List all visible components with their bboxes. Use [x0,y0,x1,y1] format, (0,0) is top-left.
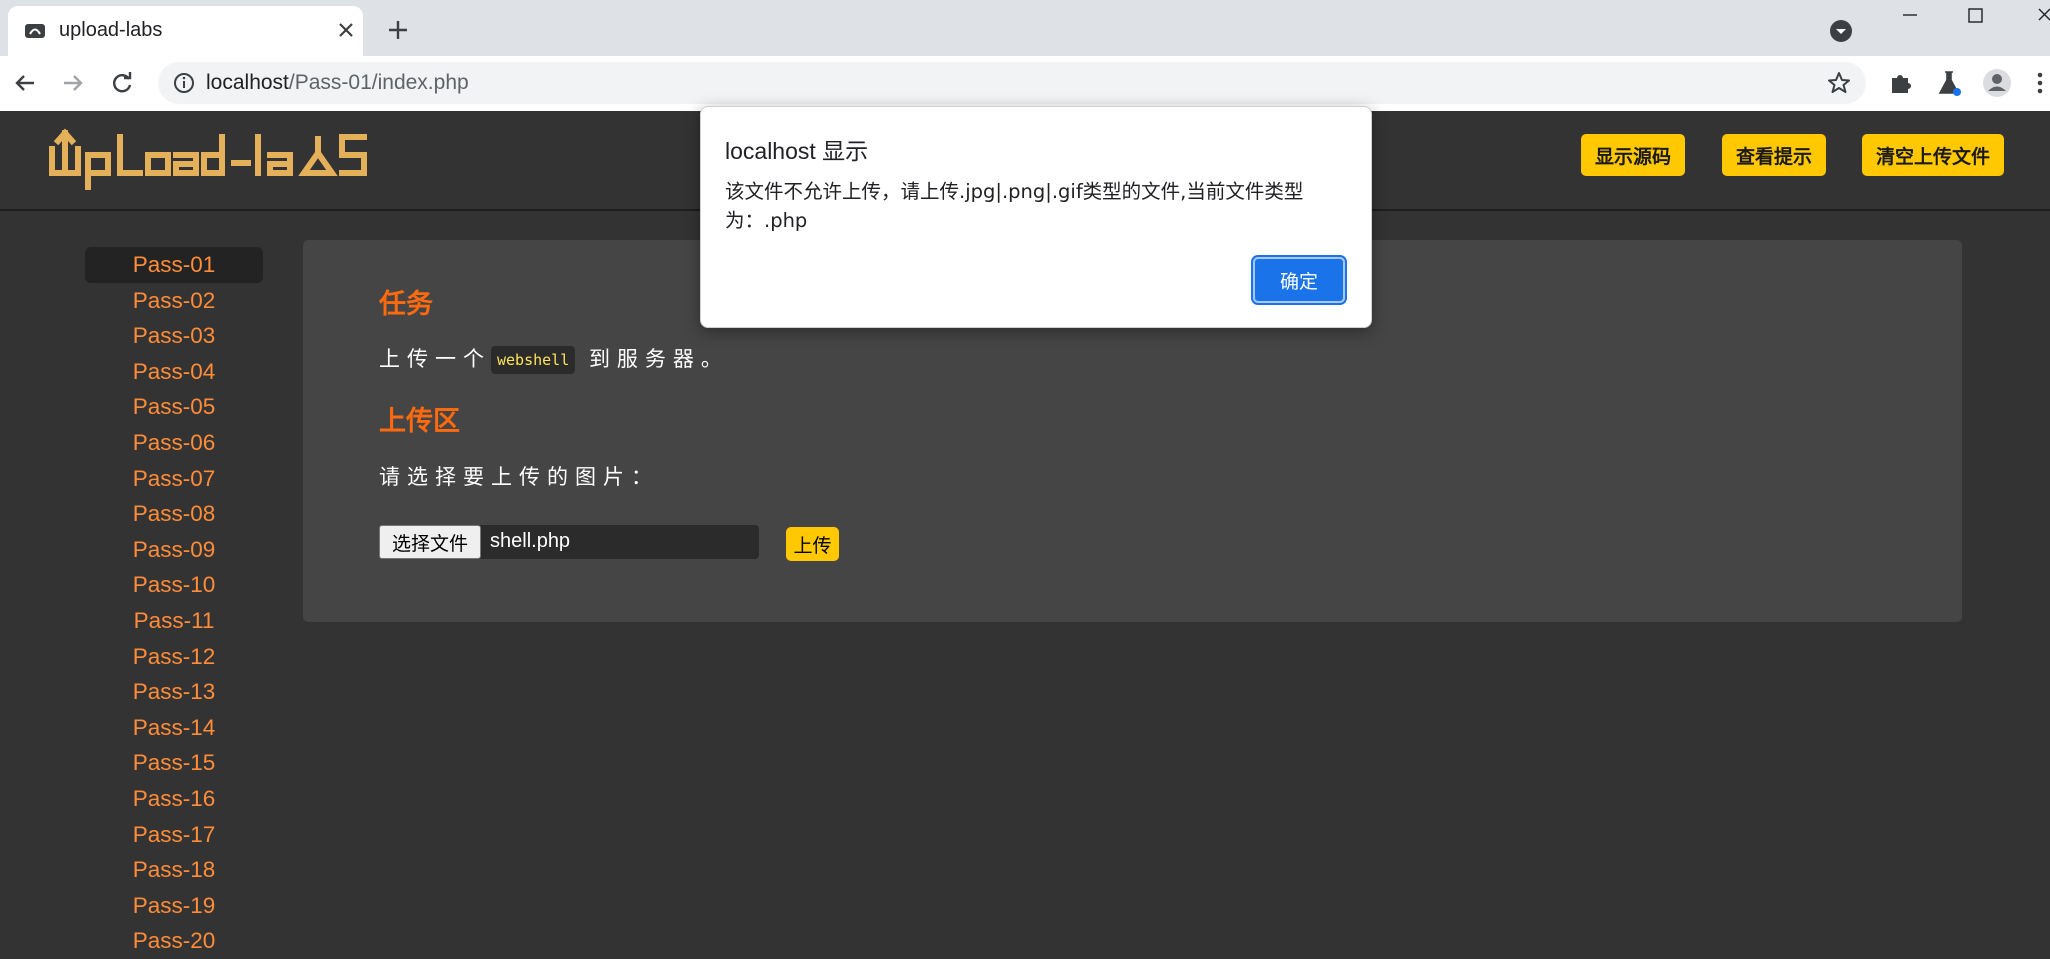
address-bar[interactable]: localhost/Pass-01/index.php [158,62,1866,104]
sidebar-item-pass-15[interactable]: Pass-15 [85,745,263,781]
sidebar-item-pass-09[interactable]: Pass-09 [85,532,263,568]
minimize-window-icon[interactable] [1880,2,1940,34]
tab-favicon-icon [25,24,45,38]
site-info-icon[interactable] [172,71,196,95]
sidebar-item-pass-02[interactable]: Pass-02 [85,283,263,319]
task-prefix: 上传一个 [379,347,491,371]
new-tab-icon[interactable] [384,16,412,44]
show-source-button[interactable]: 显示源码 [1581,134,1685,176]
sidebar-item-pass-16[interactable]: Pass-16 [85,781,263,817]
sidebar-item-pass-07[interactable]: Pass-07 [85,461,263,497]
task-heading: 任务 [379,289,433,320]
url-text: localhost/Pass-01/index.php [206,71,469,95]
sidebar-item-pass-03[interactable]: Pass-03 [85,318,263,354]
tab-title: upload-labs [59,19,163,41]
close-tab-icon[interactable] [332,16,360,44]
alert-dialog: localhost 显示 该文件不允许上传，请上传.jpg|.png|.gif类… [700,106,1372,328]
maximize-window-icon[interactable] [1946,2,2006,34]
view-hint-button[interactable]: 查看提示 [1722,134,1826,176]
sidebar-item-pass-06[interactable]: Pass-06 [85,425,263,461]
sidebar-item-pass-05[interactable]: Pass-05 [85,389,263,425]
sidebar-item-pass-17[interactable]: Pass-17 [85,817,263,853]
sidebar-item-pass-11[interactable]: Pass-11 [85,603,263,639]
upload-prompt: 请选择要上传的图片： [379,465,659,489]
browser-tab-strip: upload-labs [0,0,2050,56]
sidebar-item-pass-13[interactable]: Pass-13 [85,674,263,710]
dialog-message: 该文件不允许上传，请上传.jpg|.png|.gif类型的文件,当前文件类型为：… [725,180,1304,232]
dialog-ok-button[interactable]: 确定 [1251,255,1347,305]
profile-avatar-icon[interactable] [1982,68,2012,98]
tab-search-icon[interactable] [1829,19,1853,43]
sidebar-item-pass-20[interactable]: Pass-20 [85,923,263,959]
sidebar-item-pass-04[interactable]: Pass-04 [85,354,263,390]
clear-uploads-button[interactable]: 清空上传文件 [1862,134,2004,176]
task-suffix: 到服务器。 [588,347,729,371]
labs-flask-icon[interactable] [1934,68,1964,98]
webshell-code: webshell [491,346,576,374]
sidebar-item-pass-14[interactable]: Pass-14 [85,710,263,746]
reload-icon[interactable] [107,68,137,98]
bookmark-star-icon[interactable] [1826,70,1852,96]
upload-submit-button[interactable]: 上传 [786,527,839,561]
forward-arrow-icon[interactable] [58,68,88,98]
url-host: localhost [206,71,289,94]
close-window-icon[interactable] [2012,2,2050,34]
sidebar-item-pass-08[interactable]: Pass-08 [85,496,263,532]
sidebar-item-pass-19[interactable]: Pass-19 [85,888,263,924]
browser-tab[interactable]: upload-labs [8,6,363,56]
upload-area-heading: 上传区 [379,406,460,437]
url-path: /Pass-01/index.php [288,71,469,94]
extensions-icon[interactable] [1886,68,1916,98]
choose-file-button[interactable]: 选择文件 [379,525,481,559]
sidebar-item-pass-01[interactable]: Pass-01 [85,247,263,283]
file-input[interactable]: 选择文件 shell.php [379,525,759,559]
sidebar-item-pass-10[interactable]: Pass-10 [85,567,263,603]
browser-toolbar: localhost/Pass-01/index.php [0,56,2050,111]
menu-kebab-icon[interactable] [2030,68,2050,98]
back-arrow-icon[interactable] [10,68,40,98]
task-description: 上传一个 webshell 到服务器。 [379,343,729,374]
upload-labs-logo[interactable] [46,127,391,193]
pass-navigation: Pass-01 Pass-02 Pass-03 Pass-04 Pass-05 Pass-… [85,247,263,959]
sidebar-item-pass-18[interactable]: Pass-18 [85,852,263,888]
sidebar-item-pass-12[interactable]: Pass-12 [85,639,263,675]
selected-file-name: shell.php [490,530,571,552]
dialog-title: localhost 显示 [725,138,869,164]
